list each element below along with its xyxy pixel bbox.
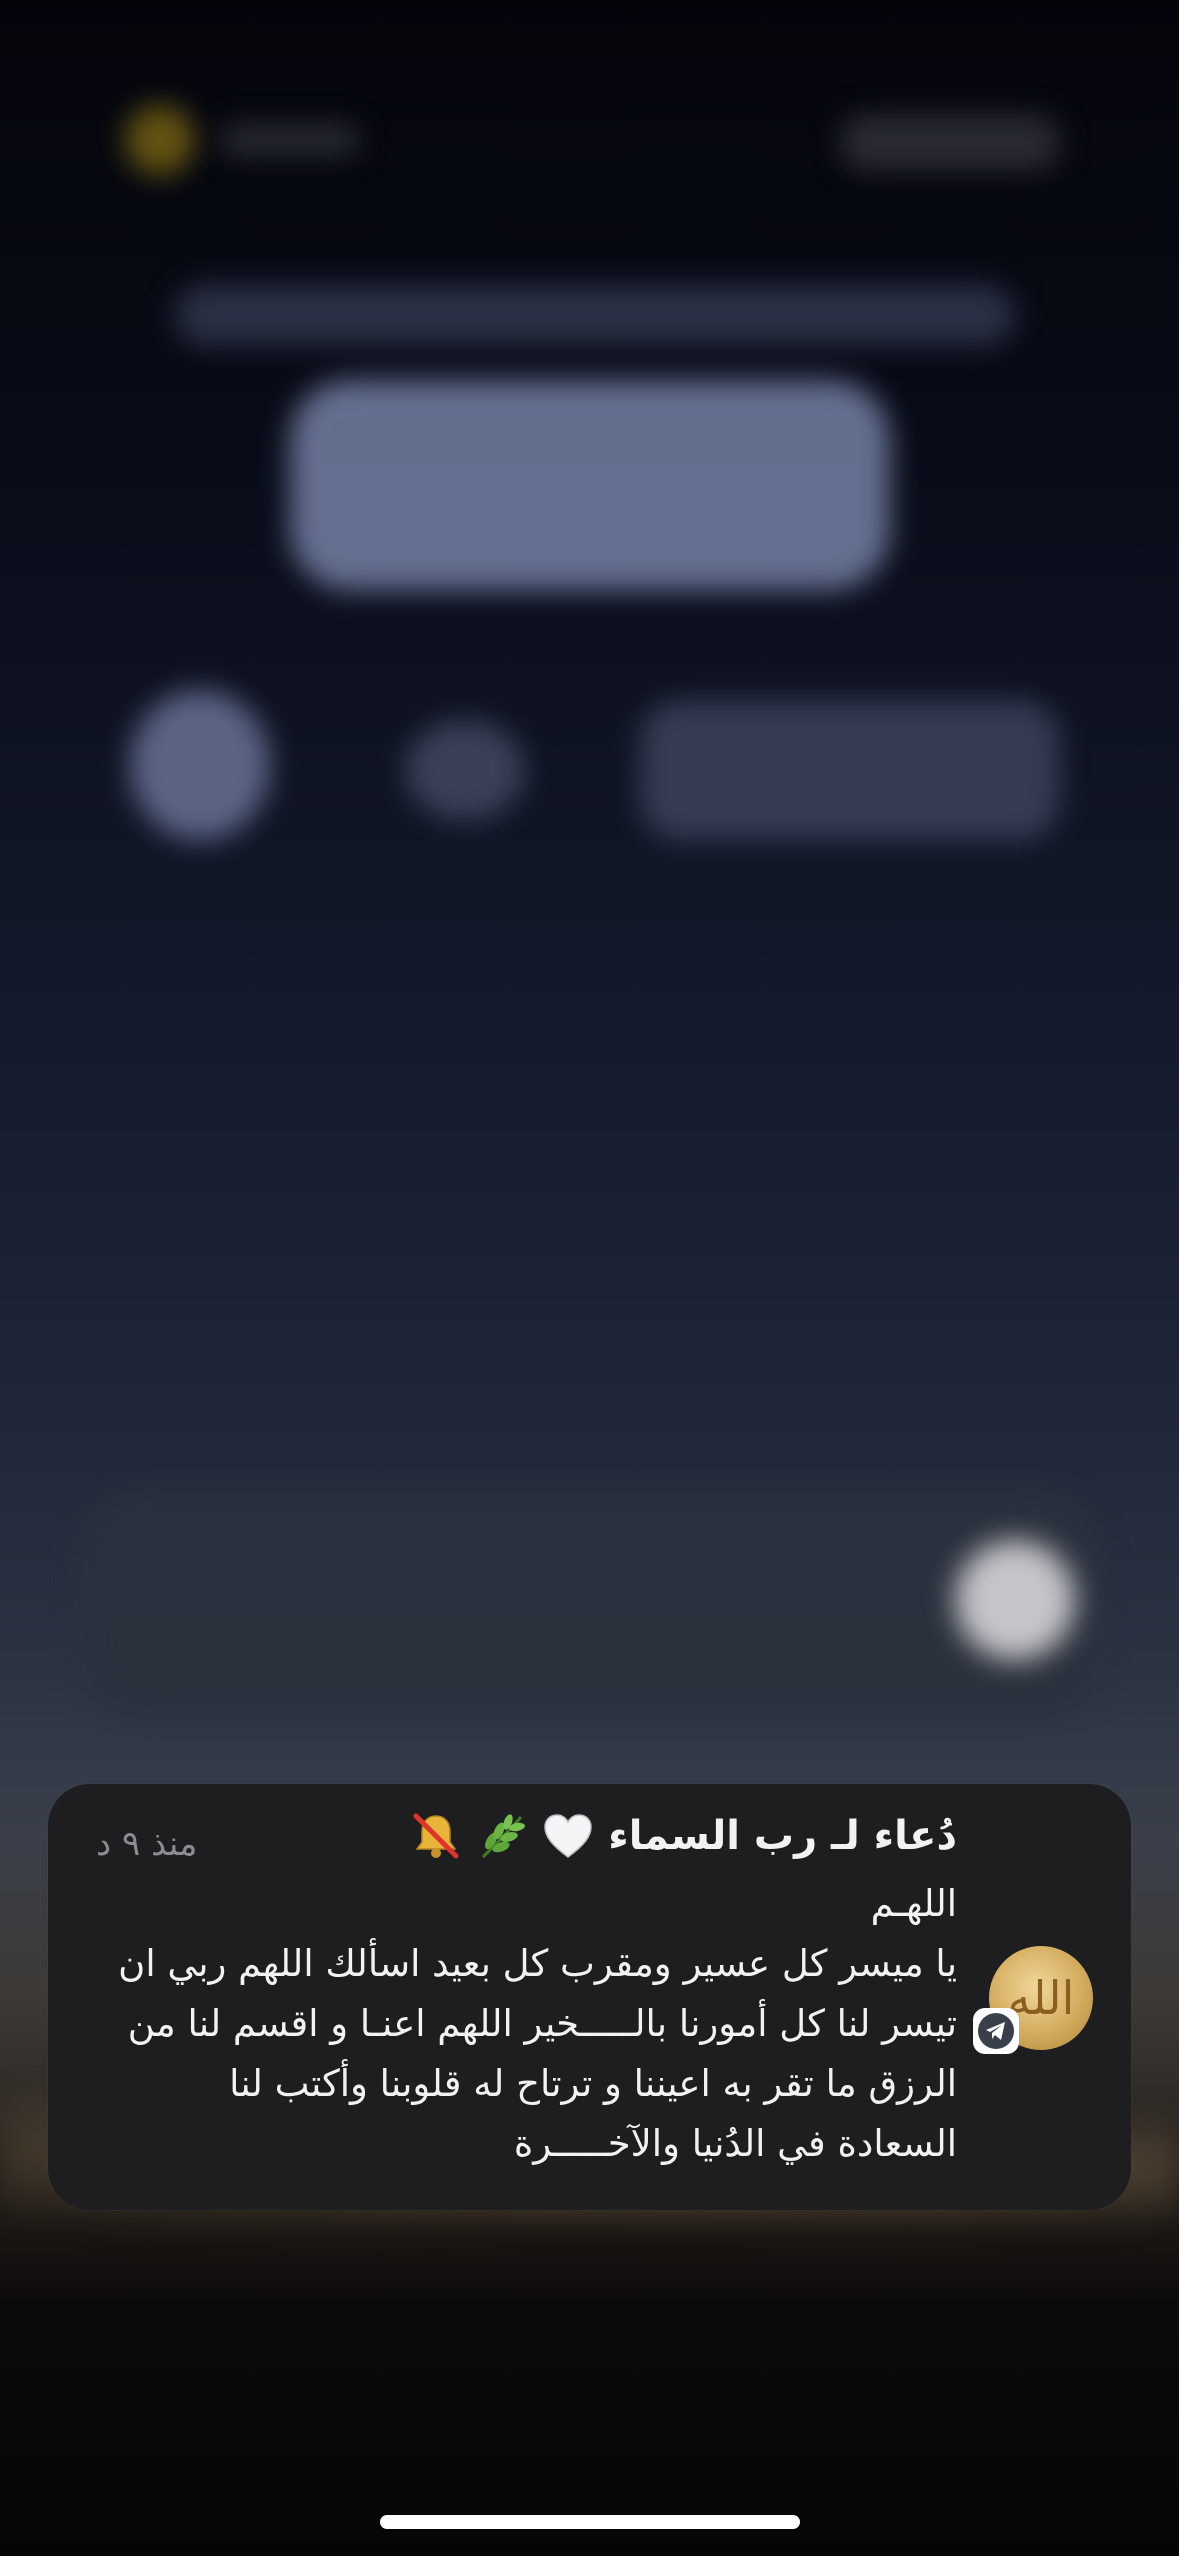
lock-screen: منذ ٩ د دُعاء لـ رب السماء اللهـم يا ميس… bbox=[0, 0, 1179, 2556]
notification-card[interactable]: منذ ٩ د دُعاء لـ رب السماء اللهـم يا ميس… bbox=[48, 1784, 1131, 2210]
notification-header: دُعاء لـ رب السماء bbox=[410, 1810, 957, 1862]
telegram-icon bbox=[973, 2008, 1019, 2054]
notification-title: دُعاء لـ رب السماء bbox=[608, 1813, 957, 1859]
blurred-date bbox=[175, 285, 1015, 345]
notification-body-line: السعادة في الدُنيا والآخـــــرة bbox=[513, 2122, 957, 2165]
notification-body-line: اللهـم bbox=[870, 1882, 957, 1925]
home-indicator[interactable] bbox=[380, 2515, 800, 2529]
blurred-status-icons bbox=[840, 115, 1060, 170]
blurred-notification-stack bbox=[80, 1490, 1100, 1720]
blurred-stack-avatar bbox=[955, 1540, 1075, 1660]
blurred-clock bbox=[290, 380, 890, 590]
white-heart-icon bbox=[542, 1810, 594, 1862]
notification-body-line: تيسر لنا كل أمورنا بالـــــخير اللهم اعن… bbox=[127, 2002, 957, 2045]
herb-icon bbox=[476, 1810, 528, 1862]
notification-body-line: الرزق ما تقر به اعيننا و ترتاح له قلوبنا… bbox=[229, 2062, 957, 2105]
blurred-widget-1 bbox=[130, 690, 270, 840]
notification-time: منذ ٩ د bbox=[96, 1824, 198, 1864]
blurred-carrier-text bbox=[220, 125, 360, 155]
blurred-widget-3 bbox=[640, 700, 1060, 840]
bell-muted-icon bbox=[410, 1810, 462, 1862]
notification-body-line: يا ميسر كل عسير ومقرب كل بعيد اسألك الله… bbox=[118, 1942, 957, 1985]
blurred-status-indicator bbox=[125, 105, 195, 175]
notification-body: اللهـم يا ميسر كل عسير ومقرب كل بعيد اسأ… bbox=[77, 1874, 957, 2174]
blurred-widget-2 bbox=[405, 720, 525, 820]
